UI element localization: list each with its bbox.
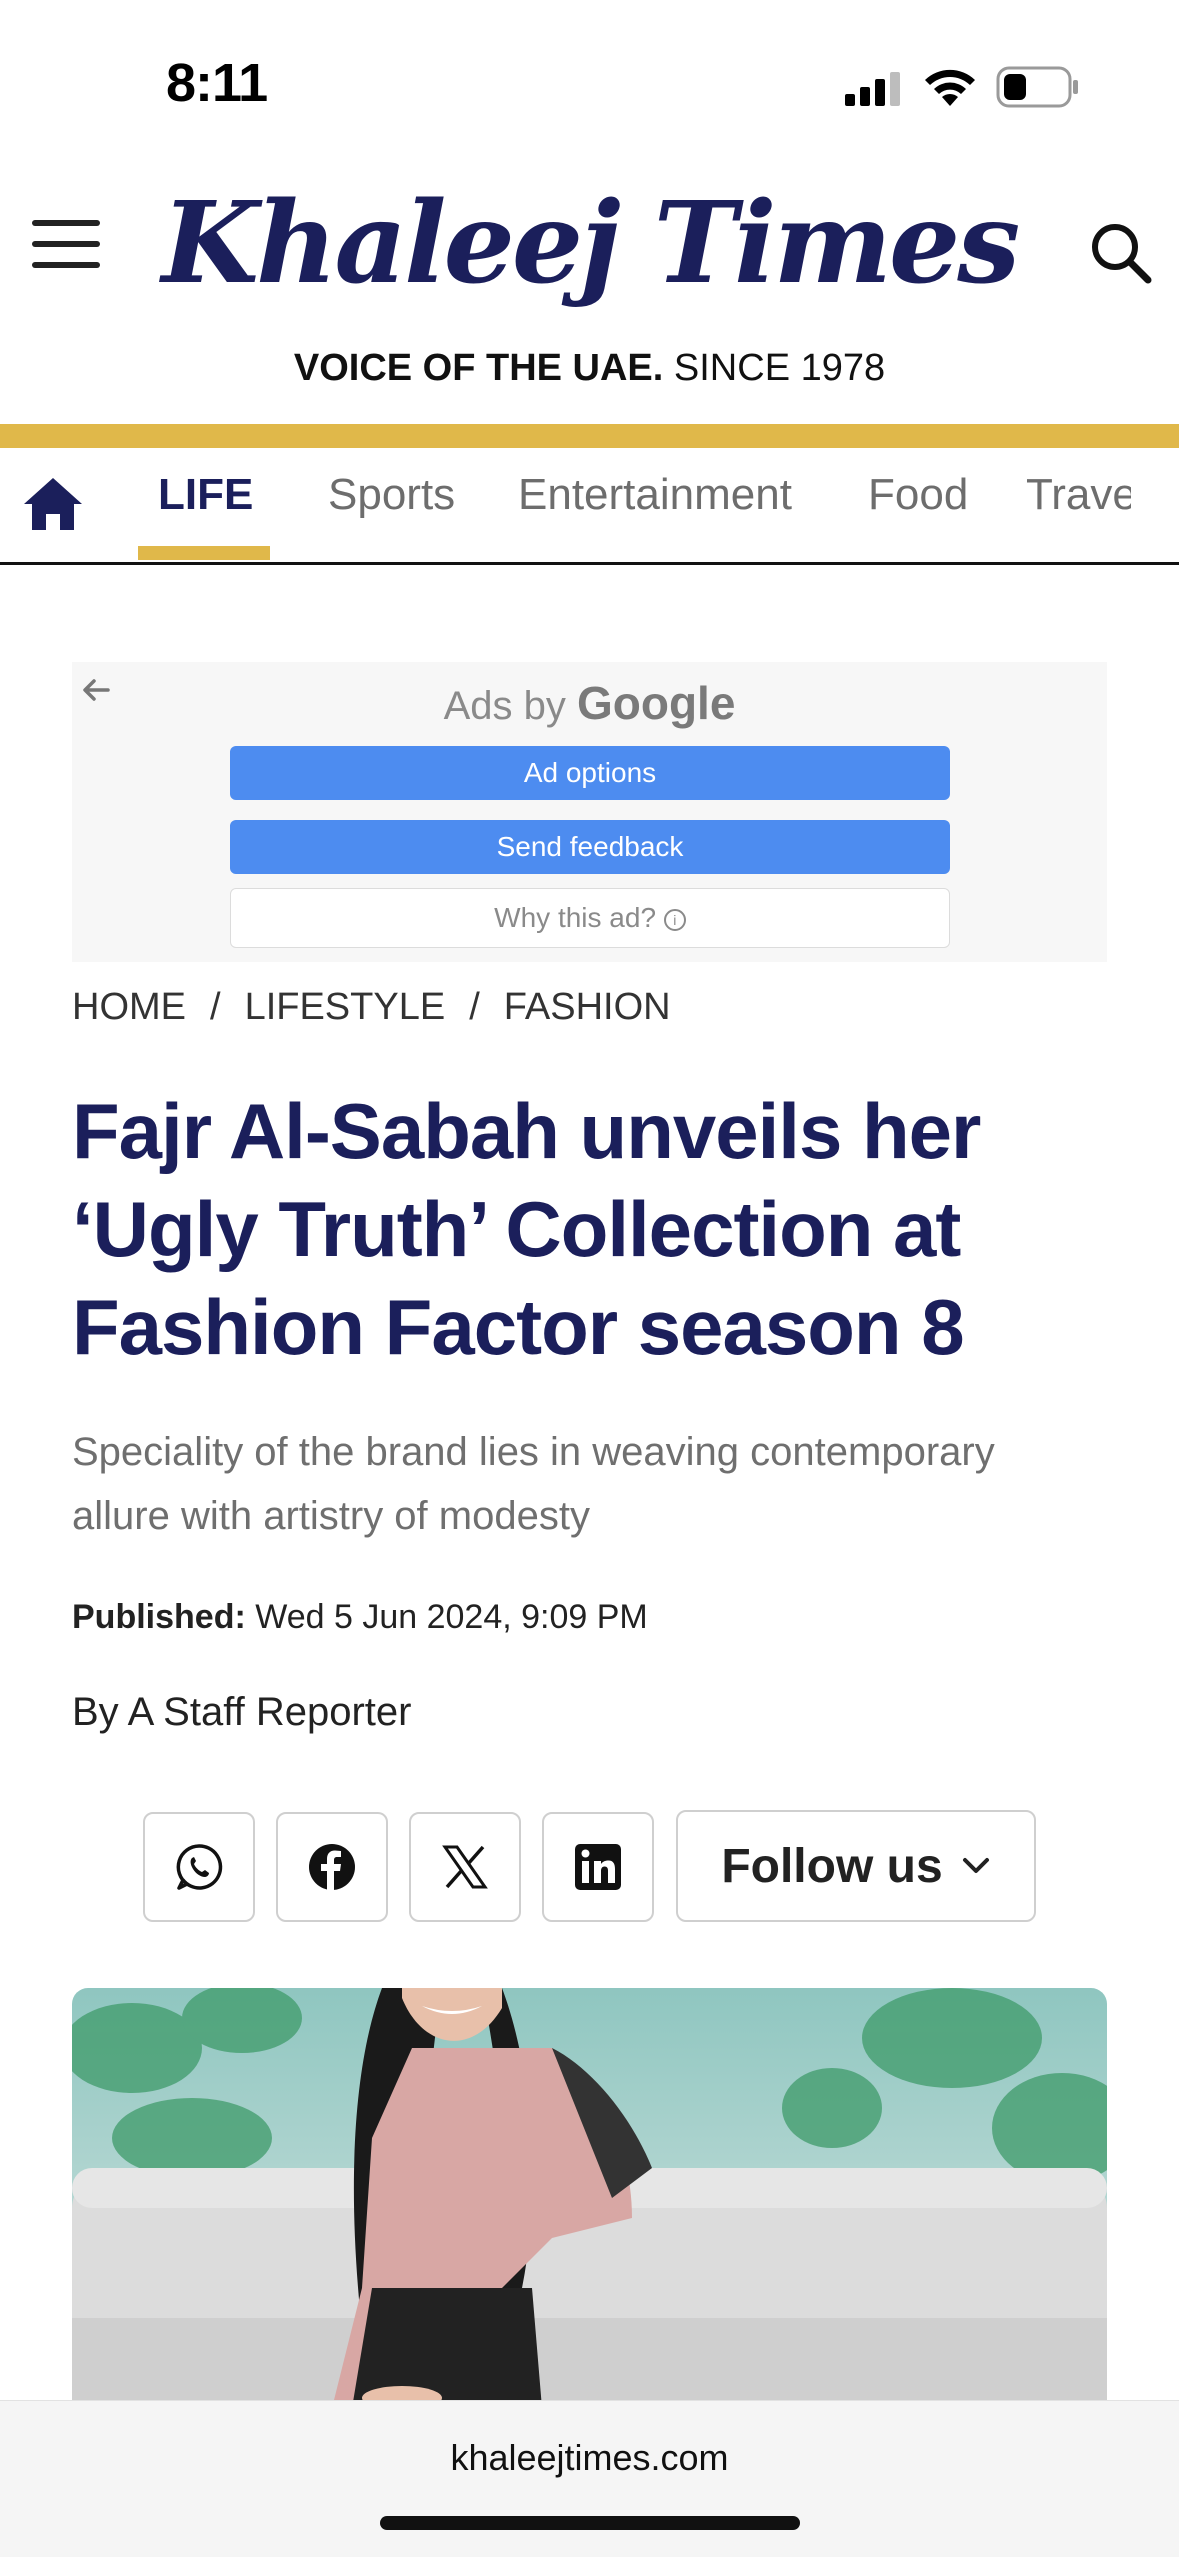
browser-url[interactable]: khaleejtimes.com: [0, 2437, 1179, 2479]
linkedin-icon: [575, 1844, 621, 1890]
follow-us-dropdown[interactable]: Follow us: [676, 1810, 1036, 1922]
battery-icon: [996, 66, 1078, 108]
nav-tab-entertainment[interactable]: Entertainment: [518, 470, 792, 520]
ad-options-button[interactable]: Ad options: [230, 746, 950, 800]
x-twitter-icon: [442, 1845, 488, 1889]
nav-active-indicator: [138, 546, 270, 560]
share-whatsapp-button[interactable]: [143, 1812, 255, 1922]
breadcrumb-lifestyle[interactable]: LIFESTYLE: [245, 986, 446, 1028]
published-date: Published: Wed 5 Jun 2024, 9:09 PM: [72, 1598, 648, 1637]
site-tagline: VOICE OF THE UAE. SINCE 1978: [0, 347, 1179, 390]
breadcrumb-fashion[interactable]: FASHION: [504, 986, 671, 1028]
search-icon[interactable]: [1090, 222, 1152, 284]
breadcrumb-separator: /: [469, 986, 480, 1028]
follow-us-label: Follow us: [721, 1839, 943, 1893]
share-x-button[interactable]: [409, 1812, 521, 1922]
nav-divider: [0, 562, 1179, 565]
info-icon: i: [663, 908, 686, 931]
site-logo[interactable]: Khaleej Times: [0, 188, 1179, 300]
status-time: 8:11: [166, 53, 268, 113]
whatsapp-icon: [176, 1844, 223, 1890]
why-this-ad-label: Why this ad?: [494, 902, 657, 933]
send-feedback-button[interactable]: Send feedback: [230, 820, 950, 874]
why-this-ad-button[interactable]: Why this ad? i: [230, 888, 950, 948]
nav-tab-sports[interactable]: Sports: [328, 470, 455, 520]
nav-tab-food[interactable]: Food: [868, 470, 968, 520]
chevron-down-icon: [962, 1858, 989, 1873]
home-icon[interactable]: [22, 476, 84, 532]
cellular-signal-icon: [845, 72, 900, 106]
ads-by-prefix: Ads by: [443, 684, 577, 728]
wifi-icon: [925, 69, 975, 106]
breadcrumb-home[interactable]: HOME: [72, 986, 186, 1028]
google-brand: Google: [576, 677, 736, 729]
article-byline: By A Staff Reporter: [72, 1690, 412, 1734]
tagline-bold: VOICE OF THE UAE.: [293, 347, 664, 389]
hero-photo: [72, 1988, 1107, 2408]
breadcrumb-separator: /: [210, 986, 221, 1028]
share-facebook-button[interactable]: [276, 1812, 388, 1922]
share-linkedin-button[interactable]: [542, 1812, 654, 1922]
nav-tab-life[interactable]: LIFE: [158, 470, 253, 520]
article-hero-image: [72, 1988, 1107, 2408]
tagline-since: SINCE 1978: [663, 347, 886, 389]
home-indicator[interactable]: [380, 2516, 800, 2530]
article-headline: Fajr Al-Sabah unveils her ‘Ugly Truth’ C…: [72, 1087, 981, 1371]
nav-tab-travel[interactable]: Trave: [1026, 470, 1131, 520]
ads-by-google-label: Ads by Google: [0, 676, 1179, 730]
breadcrumb: HOME / LIFESTYLE / FASHION: [72, 986, 671, 1029]
published-value: Wed 5 Jun 2024, 9:09 PM: [245, 1598, 648, 1636]
article-subheading: Speciality of the brand lies in weaving …: [72, 1430, 995, 1538]
facebook-icon: [309, 1844, 355, 1890]
header-accent-band: [0, 424, 1179, 448]
published-label: Published:: [72, 1598, 246, 1636]
